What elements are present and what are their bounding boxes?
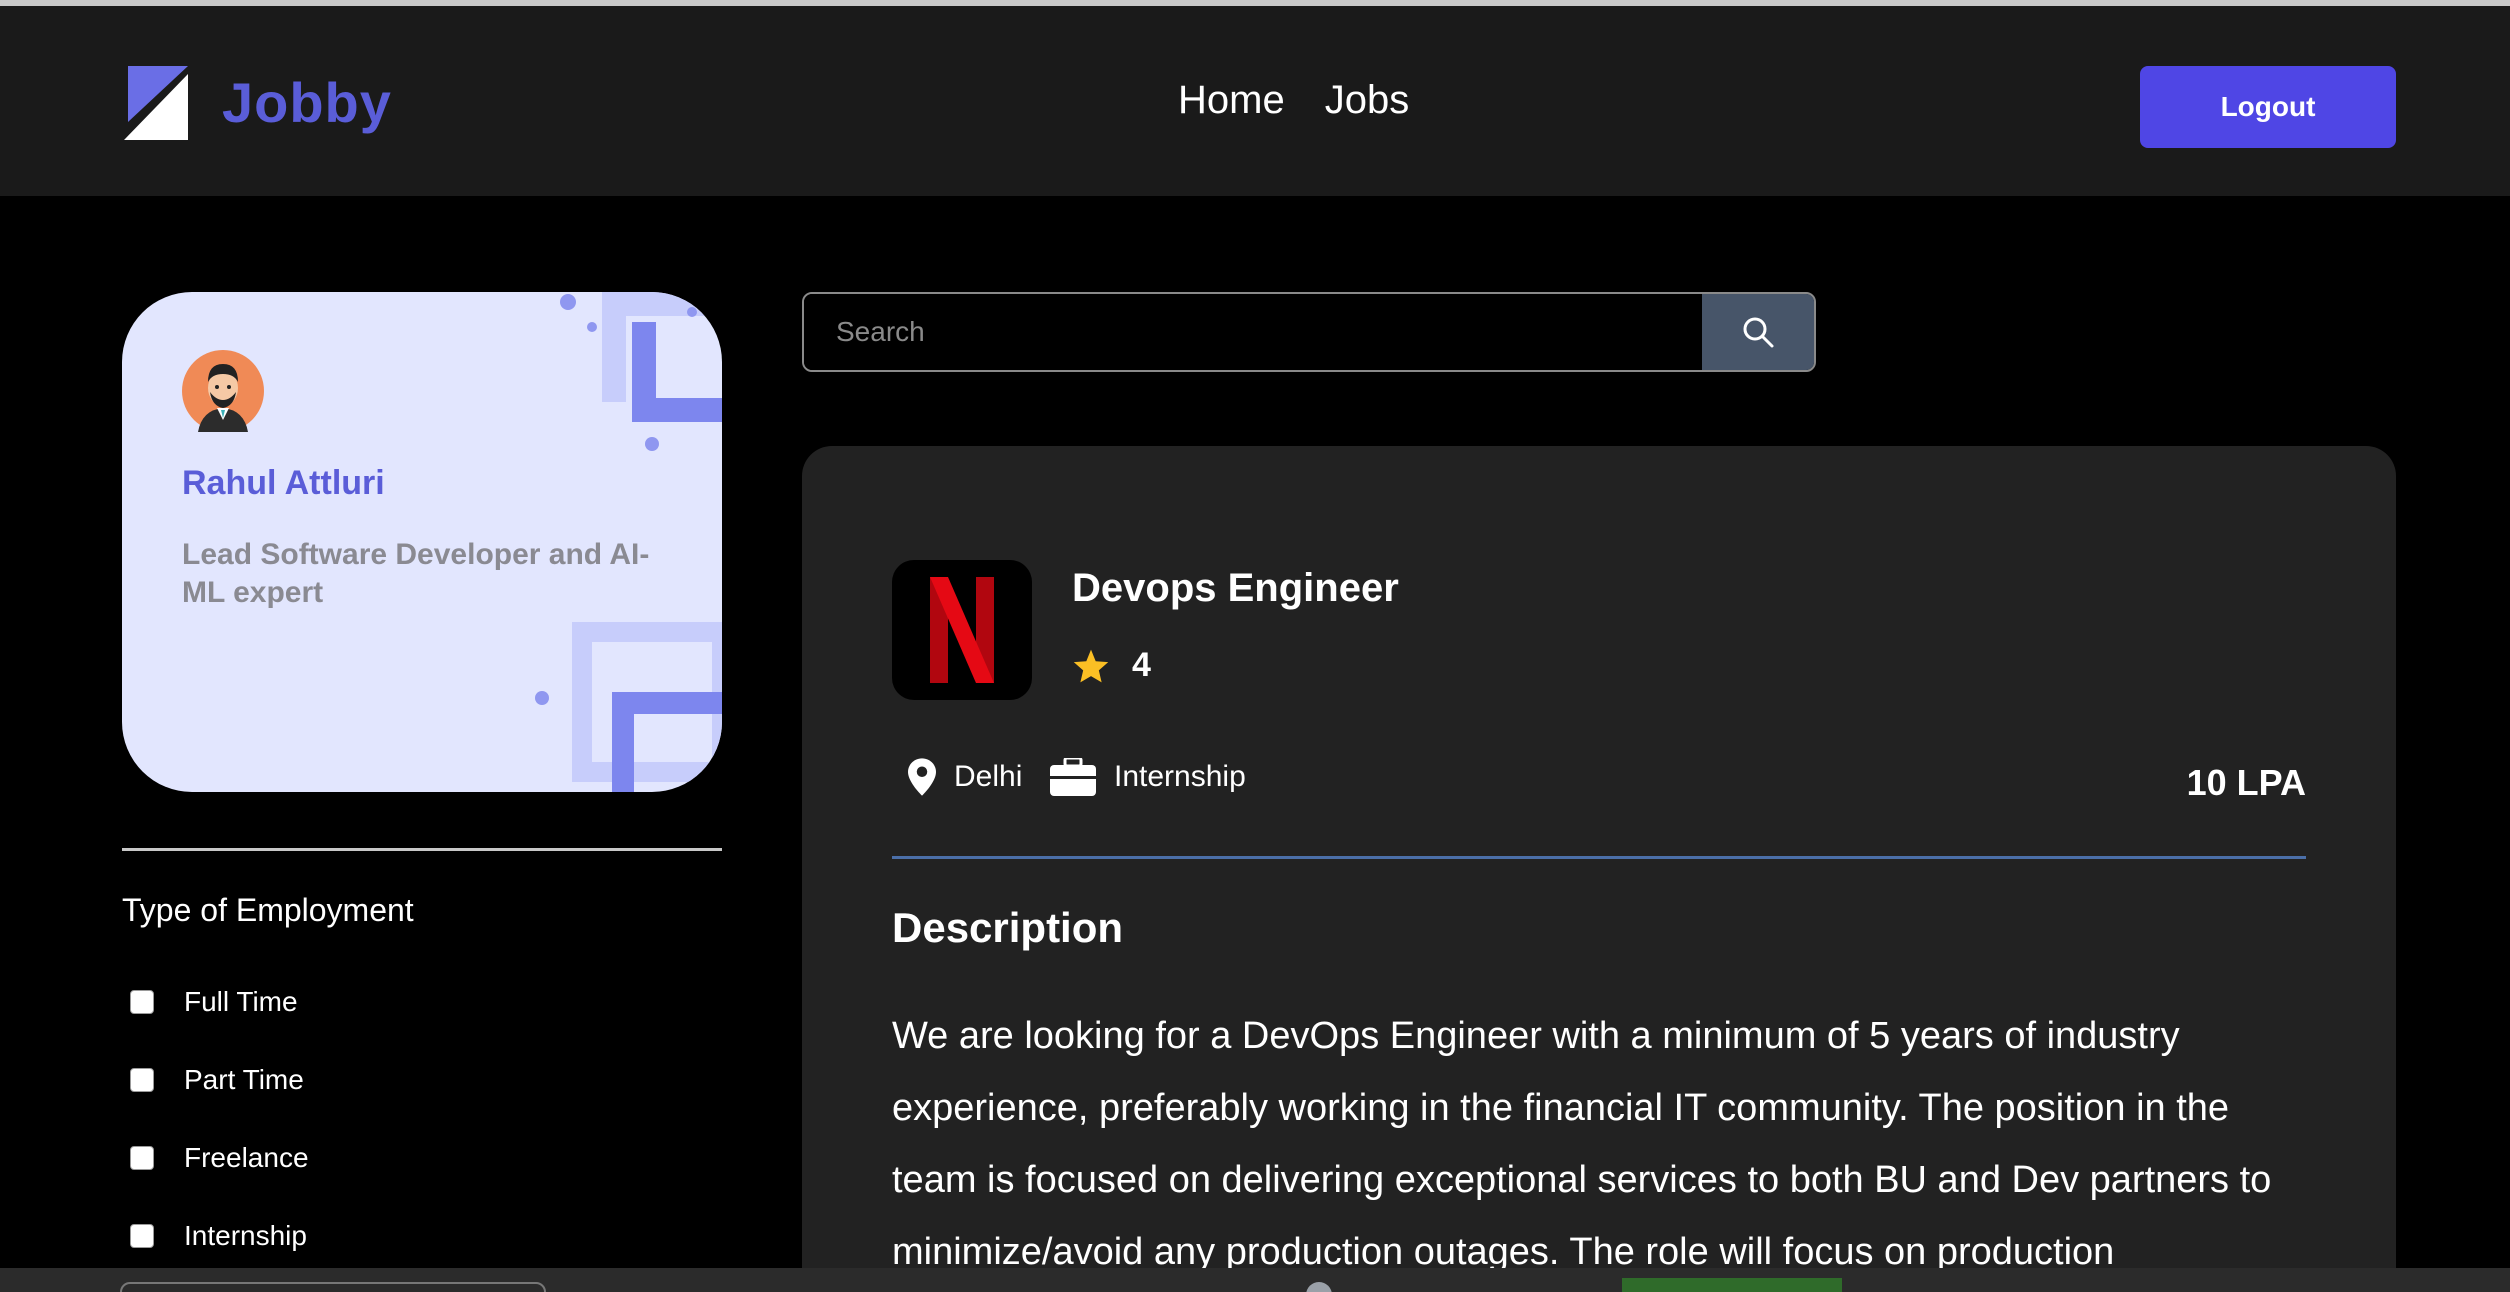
logout-button[interactable]: Logout — [2140, 66, 2396, 148]
filter-option-freelance[interactable]: Freelance — [130, 1142, 309, 1174]
app-header: Jobby Home Jobs Logout — [0, 6, 2510, 196]
employment-type-text: Internship — [1114, 760, 1246, 793]
location-text: Delhi — [954, 760, 1023, 793]
search-button[interactable] — [1702, 294, 1814, 370]
search-icon — [1743, 317, 1774, 348]
job-location: Delhi — [908, 758, 1022, 796]
rating-value: 4 — [1132, 646, 1151, 684]
star-icon — [1073, 649, 1109, 682]
profile-name: Rahul Attluri — [182, 464, 385, 502]
nav-home-link[interactable]: Home — [1178, 78, 1285, 123]
job-package: 10 LPA — [2186, 762, 2306, 803]
decorative-pattern-bottom — [535, 622, 722, 792]
search-bar — [802, 292, 1816, 372]
briefcase-icon — [1050, 758, 1096, 796]
location-pin-icon — [908, 758, 936, 796]
checkbox[interactable] — [130, 1146, 154, 1170]
nav-jobs-link[interactable]: Jobs — [1325, 78, 1410, 123]
filter-option-label: Freelance — [184, 1142, 309, 1173]
checkbox[interactable] — [130, 990, 154, 1014]
profile-bio: Lead Software Developer and AI-ML expert — [182, 538, 650, 609]
company-logo — [892, 560, 1032, 700]
filter-option-full-time[interactable]: Full Time — [130, 986, 298, 1018]
checkbox[interactable] — [130, 1224, 154, 1248]
filter-option-label: Part Time — [184, 1064, 304, 1095]
filter-option-internship[interactable]: Internship — [130, 1220, 307, 1252]
employment-filter-title: Type of Employment — [122, 892, 414, 928]
job-rating: 4 — [1072, 646, 1151, 685]
brand-name: Jobby — [222, 70, 392, 134]
filter-option-label: Full Time — [184, 986, 298, 1017]
main-nav: Home Jobs — [1178, 78, 1409, 123]
description-text: We are looking for a DevOps Engineer wit… — [892, 1015, 2272, 1273]
job-employment-type: Internship — [1050, 758, 1246, 796]
job-card-divider — [892, 856, 2306, 859]
netflix-logo-icon — [930, 577, 994, 683]
checkbox[interactable] — [130, 1068, 154, 1092]
filter-option-label: Internship — [184, 1220, 307, 1251]
decorative-pattern-top — [560, 292, 722, 451]
sidebar-divider — [122, 848, 722, 851]
jobby-logo-icon — [124, 66, 188, 140]
profile-card: Rahul Attluri Lead Software Developer an… — [122, 292, 722, 792]
filter-option-part-time[interactable]: Part Time — [130, 1064, 304, 1096]
job-details-card: Devops Engineer 4 Delhi Internship 10 LP… — [802, 446, 2396, 1292]
description-heading: Description — [892, 904, 1124, 951]
taskbar-search-pill[interactable] — [120, 1282, 546, 1292]
search-input[interactable] — [804, 294, 1702, 370]
brand-logo[interactable]: Jobby — [122, 64, 392, 140]
taskbar-indicator — [1622, 1278, 1842, 1292]
avatar — [182, 350, 264, 432]
job-title: Devops Engineer — [1072, 566, 1399, 610]
